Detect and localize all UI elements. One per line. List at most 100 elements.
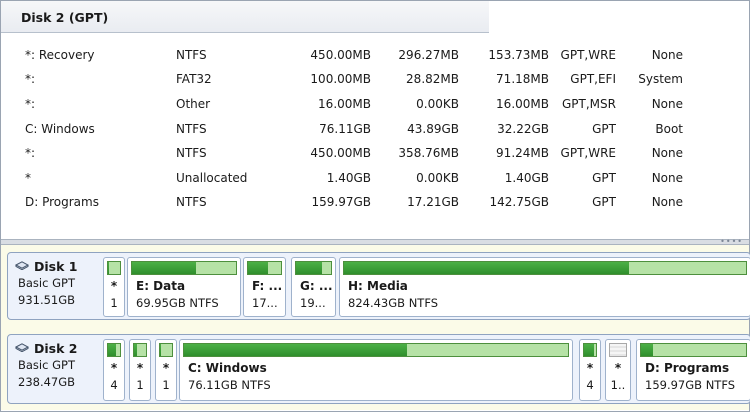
partition-flags: GPT,EFI: [570, 72, 616, 86]
partition-block[interactable]: E: Data 69.95GB NTFS: [127, 257, 241, 317]
partition-block[interactable]: H: Media 824.43GB NTFS: [339, 257, 750, 317]
disk-info[interactable]: Disk 2 Basic GPT 238.47GB: [8, 335, 100, 401]
partition-type: None: [651, 195, 683, 209]
usage-fill: [344, 262, 630, 274]
partition-label: *: [136, 361, 144, 375]
partition-name: *:: [25, 72, 36, 86]
partition-label: *: [110, 279, 118, 293]
partition-detail: 19...: [300, 296, 326, 310]
partition-block[interactable]: D: Programs 159.97GB NTFS: [636, 339, 750, 401]
partition-detail: 1: [136, 378, 144, 392]
partition-detail: 17...: [252, 296, 278, 310]
partition-block[interactable]: * 1: [129, 339, 151, 401]
partition-type: None: [651, 48, 683, 62]
usage-fill: [584, 344, 594, 356]
partition-detail: 69.95GB NTFS: [136, 296, 219, 310]
hard-disk-icon: [15, 261, 29, 270]
partition-capacity: 76.11GB: [319, 122, 371, 136]
partition-filesystem: NTFS: [176, 48, 207, 62]
disk-type: Basic GPT: [18, 276, 75, 290]
usage-bar: [295, 261, 332, 275]
disk-2-row[interactable]: Disk 2 Basic GPT 238.47GB * 4 * 1 * 1 C:…: [7, 334, 750, 404]
partition-label: *: [110, 361, 118, 375]
partition-used: 28.82MB: [406, 72, 459, 86]
usage-bar: [247, 261, 282, 275]
partition-label: F: ...: [252, 279, 283, 293]
partition-block[interactable]: G: ... 19...: [291, 257, 336, 317]
partition-used: 17.21GB: [407, 195, 459, 209]
partition-used: 358.76MB: [398, 146, 459, 160]
partition-label: H: Media: [348, 279, 408, 293]
usage-bar: [107, 261, 121, 275]
usage-bar: [133, 343, 147, 357]
partition-used: 296.27MB: [398, 48, 459, 62]
partition-free: 153.73MB: [488, 48, 549, 62]
disk-header[interactable]: Disk 2 (GPT): [1, 1, 489, 33]
usage-bar: [183, 343, 569, 357]
partition-filesystem: NTFS: [176, 195, 207, 209]
usage-bar: [343, 261, 747, 275]
partition-list-panel: Disk 2 (GPT) *: Recovery NTFS 450.00MB 2…: [1, 1, 749, 239]
usage-fill: [184, 344, 407, 356]
partition-detail: 1: [162, 378, 170, 392]
partition-free: 71.18MB: [496, 72, 549, 86]
partition-row[interactable]: *: Other 16.00MB 0.00KB 16.00MB GPT,MSR …: [1, 97, 749, 121]
partition-name: C: Windows: [25, 122, 95, 136]
partition-filesystem: Other: [176, 97, 211, 111]
partition-block[interactable]: C: Windows 76.11GB NTFS: [179, 339, 573, 401]
disk-1-row[interactable]: Disk 1 Basic GPT 931.51GB * 1 E: Data 69…: [7, 252, 750, 320]
partition-filesystem: NTFS: [176, 146, 207, 160]
partition-detail: 824.43GB NTFS: [348, 296, 439, 310]
partition-detail: 4: [110, 378, 118, 392]
partition-label: *: [162, 361, 170, 375]
partition-row[interactable]: D: Programs NTFS 159.97GB 17.21GB 142.75…: [1, 195, 749, 219]
partition-detail: 76.11GB NTFS: [188, 378, 271, 392]
partition-capacity: 159.97GB: [311, 195, 371, 209]
partition-block[interactable]: F: ... 17...: [243, 257, 286, 317]
partition-block[interactable]: * 1: [155, 339, 177, 401]
partition-free: 1.40GB: [504, 171, 549, 185]
usage-fill: [108, 262, 110, 274]
usage-fill: [132, 262, 197, 274]
partition-type: Boot: [655, 122, 683, 136]
partition-row[interactable]: *: FAT32 100.00MB 28.82MB 71.18MB GPT,EF…: [1, 72, 749, 96]
usage-bar: [640, 343, 747, 357]
partition-detail: 1..: [610, 378, 626, 392]
partition-capacity: 100.00MB: [310, 72, 371, 86]
usage-fill: [108, 344, 116, 356]
partition-capacity: 1.40GB: [326, 171, 371, 185]
partition-name: *: [25, 171, 31, 185]
partition-name: *:: [25, 146, 36, 160]
partition-flags: GPT: [592, 195, 616, 209]
partition-flags: GPT,WRE: [560, 48, 616, 62]
hard-disk-icon: [15, 343, 29, 352]
partition-detail: 159.97GB NTFS: [645, 378, 736, 392]
disk-name: Disk 1: [34, 259, 78, 274]
partition-used: 43.89GB: [407, 122, 459, 136]
partition-filesystem: NTFS: [176, 122, 207, 136]
splitter-grip-icon[interactable]: ••••: [720, 238, 743, 246]
usage-fill: [134, 344, 138, 356]
partition-flags: GPT: [592, 171, 616, 185]
partition-block[interactable]: * 4: [579, 339, 601, 401]
disk-info[interactable]: Disk 1 Basic GPT 931.51GB: [8, 253, 100, 319]
partition-row[interactable]: * Unallocated 1.40GB 0.00KB 1.40GB GPT N…: [1, 171, 749, 195]
partition-row[interactable]: *: Recovery NTFS 450.00MB 296.27MB 153.7…: [1, 48, 749, 72]
partition-block[interactable]: * 1: [103, 257, 125, 317]
partition-row[interactable]: C: Windows NTFS 76.11GB 43.89GB 32.22GB …: [1, 122, 749, 146]
usage-fill: [160, 344, 162, 356]
disk-title: Disk 2 (GPT): [21, 10, 109, 25]
partition-name: *:: [25, 97, 36, 111]
usage-bar: [107, 343, 121, 357]
unallocated-block[interactable]: * 1..: [605, 339, 631, 401]
partition-free: 91.24MB: [496, 146, 549, 160]
partition-row[interactable]: *: NTFS 450.00MB 358.76MB 91.24MB GPT,WR…: [1, 146, 749, 170]
partition-filesystem: FAT32: [176, 72, 212, 86]
partition-flags: GPT,MSR: [562, 97, 616, 111]
partition-flags: GPT: [592, 122, 616, 136]
partition-free: 142.75GB: [489, 195, 549, 209]
partition-detail: 1: [110, 296, 118, 310]
partition-capacity: 16.00MB: [318, 97, 371, 111]
partition-block[interactable]: * 4: [103, 339, 125, 401]
usage-fill: [641, 344, 653, 356]
